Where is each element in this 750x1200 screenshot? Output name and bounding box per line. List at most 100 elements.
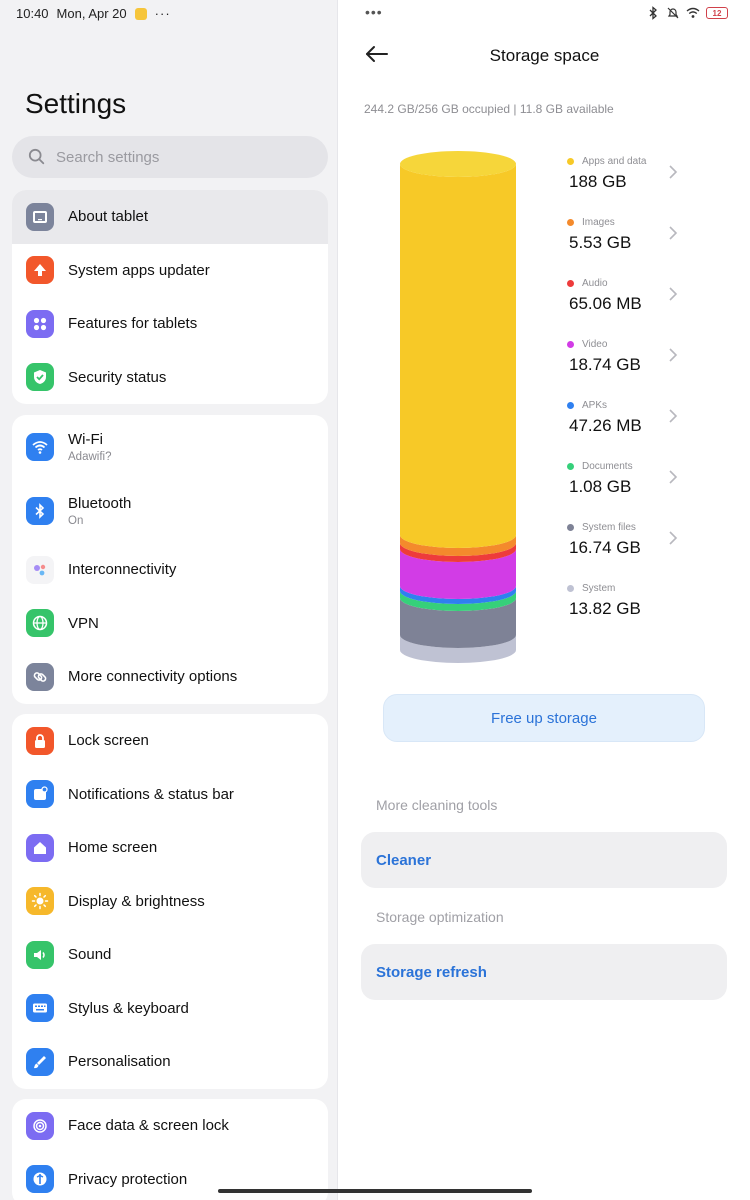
chevron-right-icon[interactable] xyxy=(667,225,679,241)
more-icon: ••• xyxy=(365,4,383,20)
search-icon xyxy=(28,148,45,165)
storage-category-apks[interactable]: APKs 47.26 MB xyxy=(567,394,687,455)
category-name: System files xyxy=(567,522,636,533)
settings-item-personalisation[interactable]: Personalisation xyxy=(12,1035,328,1089)
grid-icon xyxy=(26,309,54,338)
sun-icon xyxy=(26,887,54,916)
category-dot-icon xyxy=(567,463,574,470)
cylinder-segment-apps-and-data xyxy=(400,164,516,548)
link-icon xyxy=(26,662,54,691)
storage-category-system-files[interactable]: System files 16.74 GB xyxy=(567,516,687,577)
storage-category-audio[interactable]: Audio 65.06 MB xyxy=(567,272,687,333)
status-bar-left: 10:40 Mon, Apr 20 ··· xyxy=(16,6,171,21)
chevron-right-icon[interactable] xyxy=(667,164,679,180)
notification-app-icon xyxy=(134,7,147,20)
settings-item-features-for-tablets[interactable]: Features for tablets xyxy=(12,297,328,351)
chevron-right-icon[interactable] xyxy=(667,408,679,424)
category-dot-icon xyxy=(567,341,574,348)
page-title: Settings xyxy=(25,88,127,119)
category-value: 16.74 GB xyxy=(569,538,641,557)
category-name: Audio xyxy=(567,278,608,289)
settings-item-vpn[interactable]: VPN xyxy=(12,597,328,651)
storage-category-video[interactable]: Video 18.74 GB xyxy=(567,333,687,394)
bluetooth-icon xyxy=(26,497,54,525)
category-value: 13.82 GB xyxy=(569,599,641,618)
more-notifications-icon: ··· xyxy=(154,6,171,21)
settings-item-notifications[interactable]: Notifications & status bar xyxy=(12,768,328,822)
settings-item-more-connectivity[interactable]: More connectivity options xyxy=(12,650,328,704)
keyboard-icon xyxy=(26,994,54,1023)
storage-cylinder-chart xyxy=(400,151,516,663)
notification-icon xyxy=(26,780,54,809)
settings-pane: 10:40 Mon, Apr 20 ··· Settings Search se… xyxy=(0,0,338,1200)
settings-item-stylus-keyboard[interactable]: Stylus & keyboard xyxy=(12,982,328,1036)
category-name: Apps and data xyxy=(567,156,647,167)
status-bar-right: 12 xyxy=(646,6,728,20)
face-icon xyxy=(26,1111,54,1140)
mute-icon xyxy=(667,7,679,19)
brush-icon xyxy=(26,1047,54,1076)
storage-category-images[interactable]: Images 5.53 GB xyxy=(567,211,687,272)
search-input[interactable]: Search settings xyxy=(12,136,328,178)
settings-item-system-apps-updater[interactable]: System apps updater xyxy=(12,244,328,298)
category-dot-icon xyxy=(567,402,574,409)
tablet-icon xyxy=(26,202,54,231)
category-name: Images xyxy=(567,217,615,228)
category-dot-icon xyxy=(567,158,574,165)
bluetooth-status-icon xyxy=(649,6,657,20)
settings-group-privacy: Face data & screen lock Privacy protecti… xyxy=(12,1099,328,1200)
settings-group-device: About tablet System apps updater Feature… xyxy=(12,190,328,404)
storage-legend: Apps and data 188 GB Images 5.53 GB Audio 65.… xyxy=(567,150,687,638)
settings-item-interconnectivity[interactable]: Interconnectivity xyxy=(12,543,328,597)
chevron-right-icon[interactable] xyxy=(667,469,679,485)
category-value: 5.53 GB xyxy=(569,233,632,252)
section-more-cleaning-tools: More cleaning tools xyxy=(376,797,498,813)
category-value: 18.74 GB xyxy=(569,355,641,374)
chevron-right-icon[interactable] xyxy=(667,347,679,363)
settings-item-lock-screen[interactable]: Lock screen xyxy=(12,714,328,768)
settings-item-wifi[interactable]: Wi-Fi Adawifi? xyxy=(12,415,328,479)
home-indicator[interactable] xyxy=(218,1189,532,1193)
category-name: System xyxy=(567,583,615,594)
storage-refresh-button[interactable]: Storage refresh xyxy=(361,944,727,1000)
category-dot-icon xyxy=(567,524,574,531)
settings-item-display[interactable]: Display & brightness xyxy=(12,875,328,929)
cleaner-button[interactable]: Cleaner xyxy=(361,832,727,888)
battery-icon: 12 xyxy=(706,7,728,19)
arrow-up-icon xyxy=(26,256,54,285)
wifi-icon xyxy=(26,433,54,461)
settings-item-security-status[interactable]: Security status xyxy=(12,351,328,405)
settings-item-bluetooth[interactable]: Bluetooth On xyxy=(12,479,328,543)
category-dot-icon xyxy=(567,280,574,287)
shield-check-icon xyxy=(26,363,54,392)
free-up-storage-button[interactable]: Free up storage xyxy=(383,694,705,742)
category-dot-icon xyxy=(567,219,574,226)
storage-category-documents[interactable]: Documents 1.08 GB xyxy=(567,455,687,516)
privacy-icon xyxy=(26,1165,54,1194)
lock-icon xyxy=(26,726,54,755)
settings-group-personal: Lock screen Notifications & status bar H… xyxy=(12,714,328,1089)
cylinder-top xyxy=(400,151,516,177)
settings-item-about-tablet[interactable]: About tablet xyxy=(12,190,328,244)
chevron-right-icon[interactable] xyxy=(667,530,679,546)
storage-category-system: System 13.82 GB xyxy=(567,577,687,638)
settings-group-connectivity: Wi-Fi Adawifi? Bluetooth On Interconnectiv… xyxy=(12,415,328,704)
category-value: 47.26 MB xyxy=(569,416,642,435)
chevron-right-icon[interactable] xyxy=(667,286,679,302)
settings-item-home-screen[interactable]: Home screen xyxy=(12,821,328,875)
category-dot-icon xyxy=(567,585,574,592)
settings-item-sound[interactable]: Sound xyxy=(12,928,328,982)
category-name: Documents xyxy=(567,461,633,472)
storage-summary: 244.2 GB/256 GB occupied | 11.8 GB avail… xyxy=(364,102,614,116)
speaker-icon xyxy=(26,940,54,969)
storage-title: Storage space xyxy=(489,46,600,65)
category-name: APKs xyxy=(567,400,607,411)
category-value: 1.08 GB xyxy=(569,477,632,496)
globe-icon xyxy=(26,609,54,638)
settings-item-face-data[interactable]: Face data & screen lock xyxy=(12,1099,328,1153)
search-placeholder: Search settings xyxy=(56,148,160,166)
storage-category-apps-and-data[interactable]: Apps and data 188 GB xyxy=(567,150,687,211)
home-icon xyxy=(26,833,54,862)
section-storage-optimization: Storage optimization xyxy=(376,909,504,925)
storage-pane: ••• 12 Storage space 244.2 GB/256 GB occ… xyxy=(339,0,750,1200)
